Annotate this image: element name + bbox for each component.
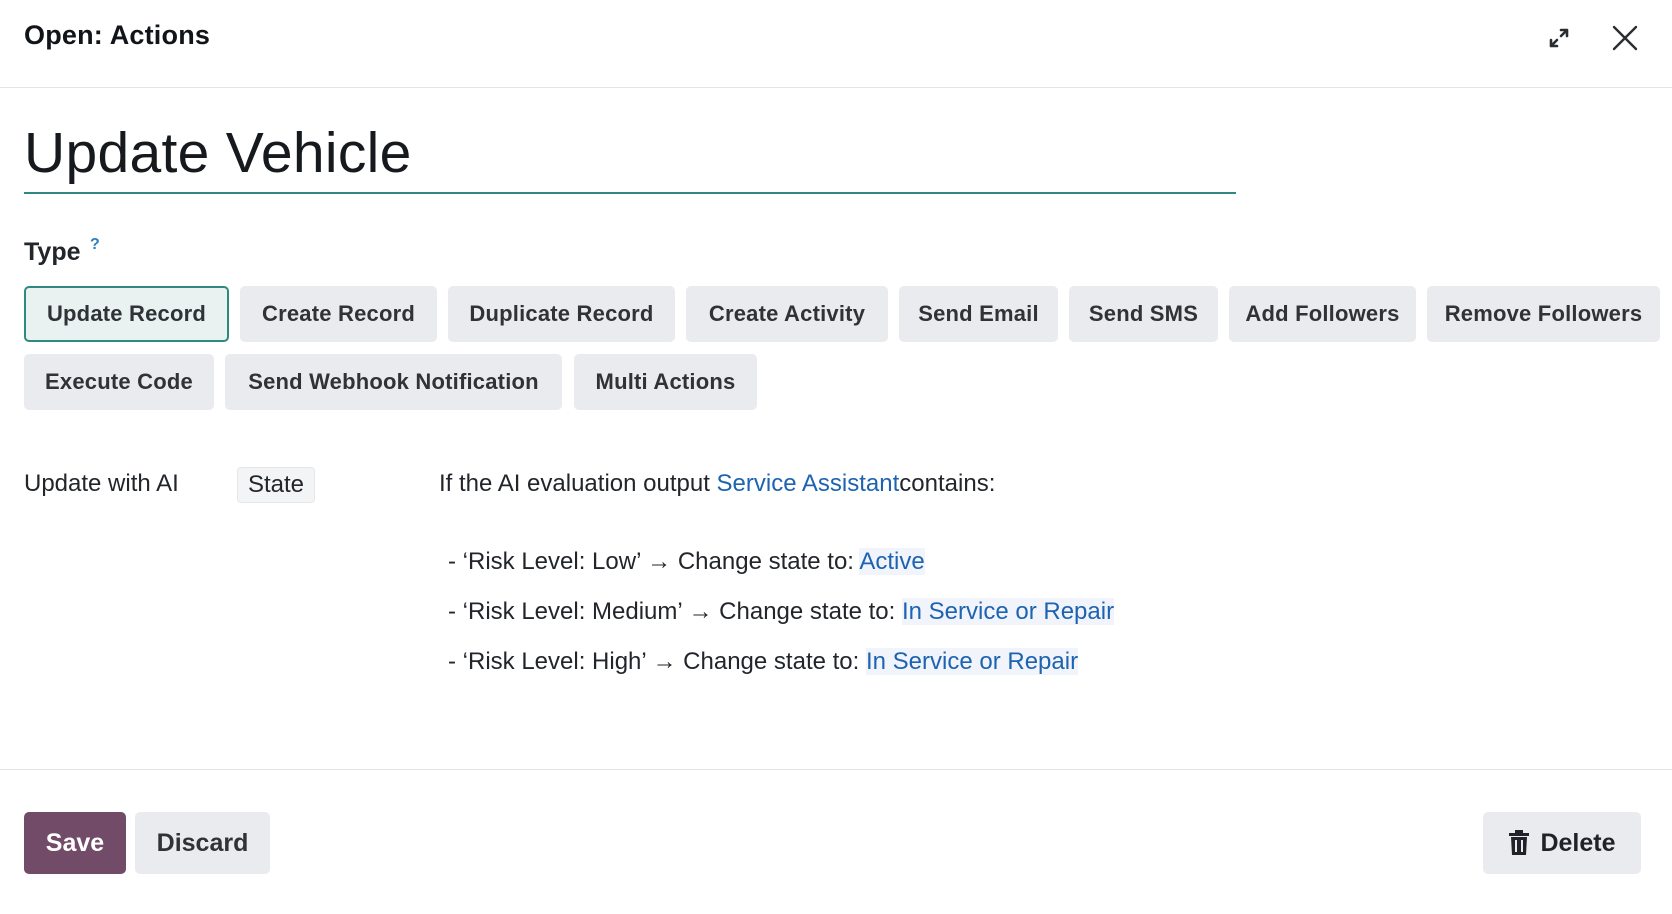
update-with-ai-label: Update with AI: [24, 470, 179, 497]
type-option-multi-actions[interactable]: Multi Actions: [574, 354, 757, 410]
expand-button[interactable]: [1537, 16, 1581, 60]
type-option-send-sms[interactable]: Send SMS: [1069, 286, 1218, 342]
expand-icon: [1549, 28, 1569, 48]
rule-condition: - ‘Risk Level: Low’: [448, 548, 648, 575]
type-option-duplicate-record[interactable]: Duplicate Record: [448, 286, 675, 342]
ai-evaluation-description: If the AI evaluation output Service Assi…: [439, 470, 995, 498]
rule-condition: - ‘Risk Level: Medium’: [448, 598, 689, 625]
rule-state-value[interactable]: In Service or Repair: [865, 648, 1079, 675]
delete-label: Delete: [1540, 828, 1616, 857]
ai-intro-prefix: If the AI evaluation output: [439, 470, 717, 497]
rule-condition: - ‘Risk Level: High’: [448, 648, 653, 675]
risk-rule-low: - ‘Risk Level: Low’ → Change state to: A…: [448, 548, 925, 576]
type-option-create-activity[interactable]: Create Activity: [686, 286, 888, 342]
risk-rule-medium: - ‘Risk Level: Medium’ → Change state to…: [448, 598, 1115, 626]
dialog-header: Open: Actions: [0, 0, 1672, 88]
arrow-right-icon: →: [647, 548, 672, 575]
service-assistant-link[interactable]: Service Assistant: [717, 470, 900, 497]
close-icon: [1612, 25, 1638, 51]
close-button[interactable]: [1603, 16, 1647, 60]
rule-state-value[interactable]: In Service or Repair: [901, 598, 1115, 625]
trash-icon: [1509, 830, 1530, 855]
type-option-send-email[interactable]: Send Email: [899, 286, 1058, 342]
type-option-remove-followers[interactable]: Remove Followers: [1427, 286, 1660, 342]
type-label: Type: [24, 238, 81, 266]
help-tooltip-icon[interactable]: ?: [90, 236, 100, 254]
rule-action: Change state to:: [712, 598, 902, 625]
discard-button[interactable]: Discard: [135, 812, 270, 874]
save-button[interactable]: Save: [24, 812, 126, 874]
type-option-execute-code[interactable]: Execute Code: [24, 354, 214, 410]
rule-action: Change state to:: [676, 648, 866, 675]
type-option-create-record[interactable]: Create Record: [240, 286, 437, 342]
ai-intro-suffix: contains:: [899, 470, 996, 497]
arrow-right-icon: →: [688, 598, 713, 625]
rule-state-value[interactable]: Active: [859, 548, 925, 575]
arrow-right-icon: →: [652, 648, 677, 675]
type-option-update-record[interactable]: Update Record: [24, 286, 229, 342]
dialog-title: Open: Actions: [24, 20, 211, 50]
footer-divider: [0, 769, 1672, 770]
type-option-send-webhook-notification[interactable]: Send Webhook Notification: [225, 354, 562, 410]
type-option-add-followers[interactable]: Add Followers: [1229, 286, 1416, 342]
delete-button[interactable]: Delete: [1483, 812, 1641, 874]
rule-action: Change state to:: [671, 548, 860, 575]
record-name-field[interactable]: Update Vehicle: [24, 118, 1236, 194]
actions-dialog: Open: Actions Update Vehicle Type ? Upda…: [0, 0, 1672, 914]
risk-rule-high: - ‘Risk Level: High’ → Change state to: …: [448, 648, 1079, 676]
record-name-text[interactable]: Update Vehicle: [24, 120, 412, 186]
state-field-chip[interactable]: State: [237, 467, 315, 503]
